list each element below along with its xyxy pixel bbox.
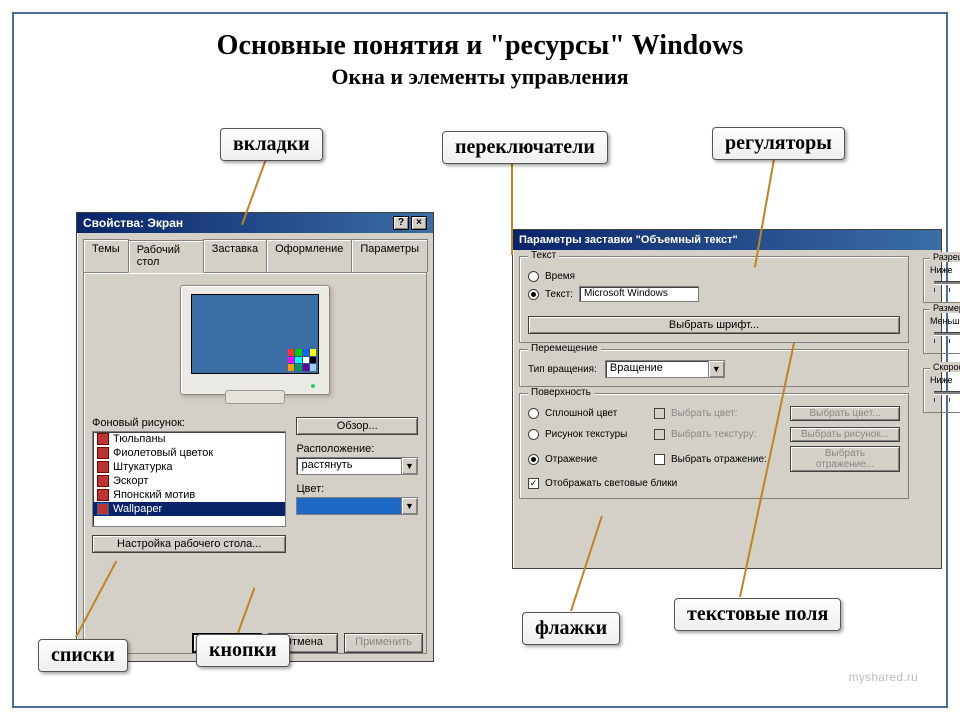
group-legend: Поверхность: [528, 387, 594, 398]
rotation-type-label: Тип вращения:: [528, 364, 597, 375]
chevron-down-icon[interactable]: ▼: [401, 498, 417, 514]
check-spec-highlights[interactable]: Отображать световые блики: [528, 478, 900, 489]
bg-label: Фоновый рисунок:: [92, 417, 286, 429]
group-motion: Перемещение Тип вращения: Вращение ▼: [519, 349, 909, 387]
page-subtitle: Окна и элементы управления: [32, 64, 928, 90]
callout-buttons: кнопки: [196, 634, 290, 667]
window-display-properties: Свойства: Экран ? × Темы Рабочий стол За…: [76, 212, 434, 662]
color-swatch: [297, 498, 401, 514]
image-icon: [97, 475, 109, 487]
pick-reflection-button: Выбрать отражение...: [790, 446, 900, 472]
tab-content: Фоновый рисунок: Тюльпаны Фиолетовый цве…: [83, 272, 427, 654]
check-pick-texture: Выбрать текстуру:: [654, 429, 784, 440]
radio-icon: [528, 429, 539, 440]
tab-themes[interactable]: Темы: [83, 239, 129, 272]
callout-lists: списки: [38, 639, 128, 672]
slider-resolution[interactable]: Разрешение НижеВыше: [923, 258, 960, 303]
rotation-value: Вращение: [606, 361, 708, 377]
group-legend: Текст: [528, 250, 559, 261]
image-icon: [97, 503, 109, 515]
image-icon: [97, 433, 109, 445]
radio-label: Текст:: [545, 289, 573, 300]
position-label: Расположение:: [296, 443, 418, 455]
check-pick-reflection[interactable]: Выбрать отражение:: [654, 454, 784, 465]
group-text: Текст Время Текст: Microsoft Windows: [519, 256, 909, 343]
radio-solid-color[interactable]: Сплошной цвет: [528, 408, 648, 419]
tab-screensaver[interactable]: Заставка: [203, 239, 267, 272]
close-button[interactable]: ×: [411, 216, 427, 230]
image-icon: [97, 489, 109, 501]
tab-appearance[interactable]: Оформление: [266, 239, 352, 272]
radio-icon: [528, 408, 539, 419]
titlebar[interactable]: Свойства: Экран ? ×: [77, 213, 433, 233]
tab-settings[interactable]: Параметры: [351, 239, 428, 272]
help-button[interactable]: ?: [393, 216, 409, 230]
slider-rotation-speed[interactable]: Скорость вращения НижеВыше: [923, 368, 960, 413]
list-item[interactable]: Фиолетовый цветок: [93, 446, 285, 460]
apply-button[interactable]: Применить: [344, 633, 423, 653]
image-icon: [97, 461, 109, 473]
color-combo[interactable]: ▼: [296, 497, 418, 515]
group-surface: Поверхность Сплошной цвет Выбрать цвет: …: [519, 393, 909, 499]
callout-sliders: регуляторы: [712, 127, 845, 160]
page-title: Основные понятия и "ресурсы" Windows: [32, 30, 928, 62]
window-title: Свойства: Экран: [83, 216, 183, 230]
group-legend: Перемещение: [528, 343, 601, 354]
tab-bar: Темы Рабочий стол Заставка Оформление Па…: [83, 239, 427, 272]
window-screensaver-options: Параметры заставки "Объемный текст" Текс…: [512, 229, 942, 569]
titlebar[interactable]: Параметры заставки "Объемный текст": [513, 230, 941, 250]
customize-desktop-button[interactable]: Настройка рабочего стола...: [92, 535, 286, 553]
window-title: Параметры заставки "Объемный текст": [519, 234, 738, 246]
radio-text[interactable]: Текст: Microsoft Windows: [528, 286, 900, 302]
radio-time[interactable]: Время: [528, 271, 900, 282]
slider-size[interactable]: Размер МеньшеБольше: [923, 309, 960, 354]
image-icon: [97, 447, 109, 459]
pick-texture-button: Выбрать рисунок...: [790, 427, 900, 442]
list-item[interactable]: Японский мотив: [93, 488, 285, 502]
radio-icon: [528, 271, 539, 282]
radio-label: Время: [545, 271, 575, 282]
position-combo[interactable]: растянуть ▼: [296, 457, 418, 475]
chevron-down-icon[interactable]: ▼: [708, 361, 724, 377]
radio-texture[interactable]: Рисунок текстуры: [528, 429, 648, 440]
preview-monitor: [180, 285, 330, 395]
slider-legend: Разрешение: [930, 252, 960, 262]
chevron-down-icon[interactable]: ▼: [401, 458, 417, 474]
radio-icon: [528, 289, 539, 300]
browse-button[interactable]: Обзор...: [296, 417, 418, 435]
callout-radios: переключатели: [442, 131, 608, 164]
list-item[interactable]: Тюльпаны: [93, 432, 285, 446]
text-input[interactable]: Microsoft Windows: [579, 286, 699, 302]
callout-textfields: текстовые поля: [674, 598, 841, 631]
watermark: myshared.ru: [849, 670, 918, 684]
list-item[interactable]: Эскорт: [93, 474, 285, 488]
background-list[interactable]: Тюльпаны Фиолетовый цветок Штукатурка Эс…: [92, 431, 286, 527]
callout-tabs: вкладки: [220, 128, 323, 161]
list-item[interactable]: Wallpaper: [93, 502, 285, 516]
color-label: Цвет:: [296, 483, 418, 495]
position-value: растянуть: [297, 458, 401, 474]
check-pick-color: Выбрать цвет:: [654, 408, 784, 419]
callout-checks: флажки: [522, 612, 620, 645]
pick-color-button: Выбрать цвет...: [790, 406, 900, 421]
radio-icon: [528, 454, 539, 465]
choose-font-button[interactable]: Выбрать шрифт...: [528, 316, 900, 334]
tab-desktop[interactable]: Рабочий стол: [128, 240, 204, 273]
slider-legend: Скорость вращения: [930, 362, 960, 372]
rotation-type-combo[interactable]: Вращение ▼: [605, 360, 725, 378]
radio-reflection[interactable]: Отражение: [528, 454, 648, 465]
list-item[interactable]: Штукатурка: [93, 460, 285, 474]
slider-legend: Размер: [930, 303, 960, 313]
